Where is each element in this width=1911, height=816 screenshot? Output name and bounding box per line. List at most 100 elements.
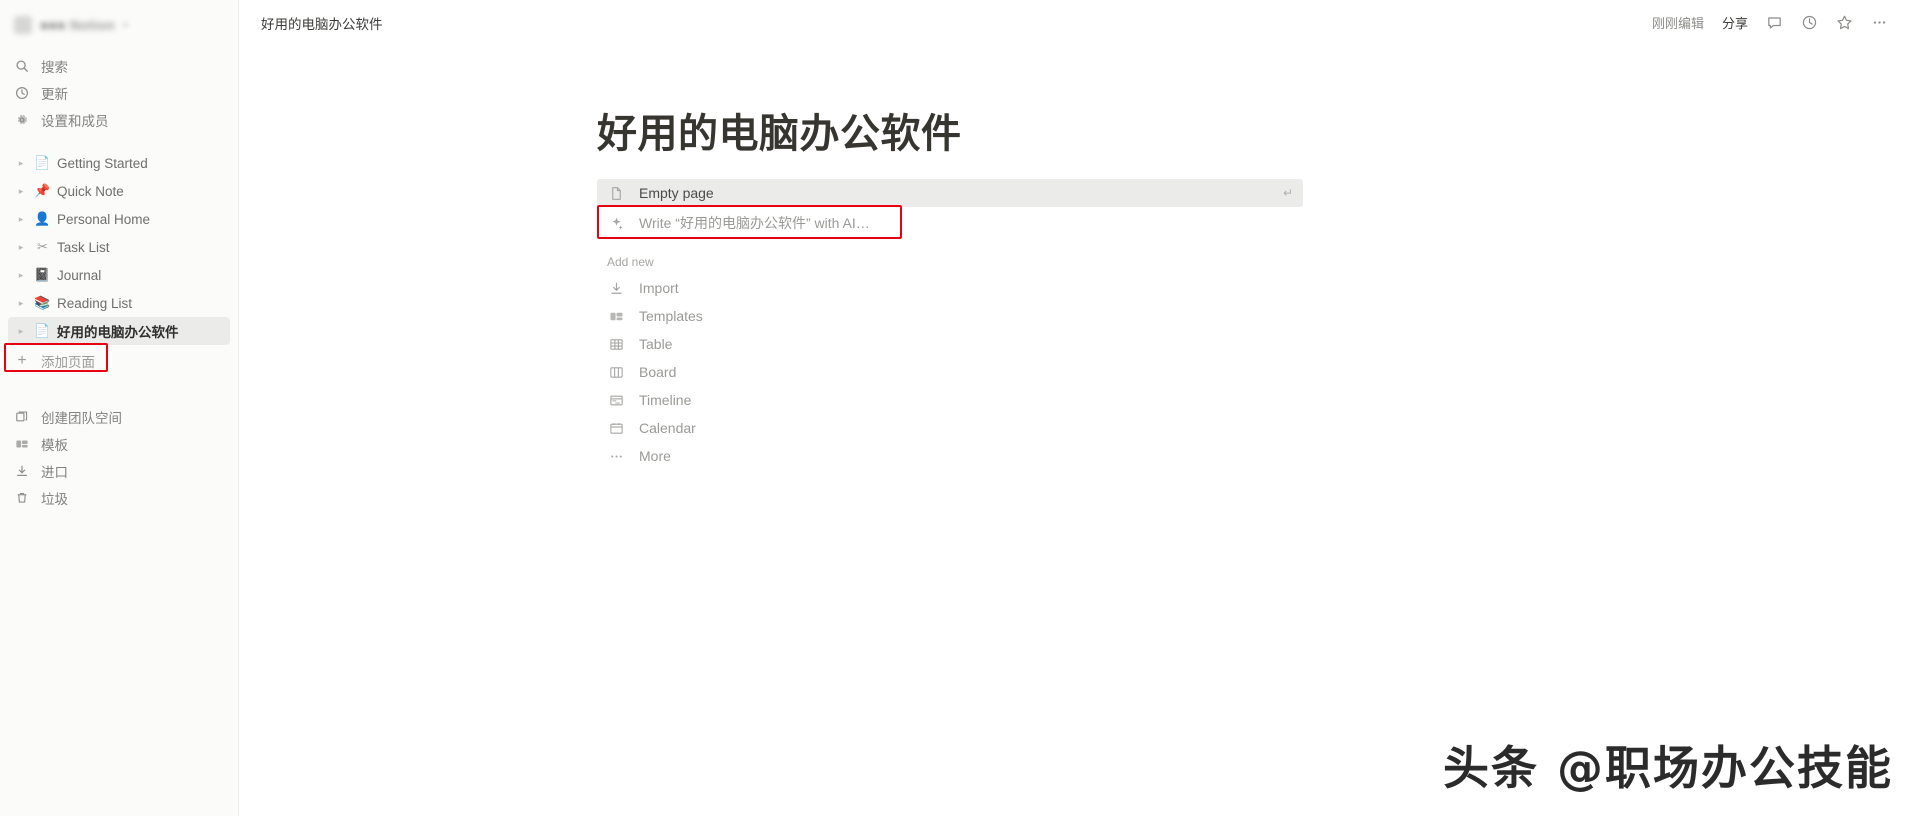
sidebar-item-label: 进口 [41, 464, 68, 480]
sidebar-page-task-list[interactable]: ▸ ✂ Task List [8, 233, 230, 261]
page-icon [607, 186, 625, 201]
sidebar-item-templates[interactable]: 模板 [8, 430, 230, 457]
timeline-icon [607, 393, 625, 408]
trash-icon [14, 490, 30, 506]
main-area: 好用的电脑办公软件 刚刚编辑 分享 好用的电脑办公软件 Empty page ↵… [239, 0, 1911, 816]
teamspace-icon [14, 409, 30, 425]
chevron-right-icon[interactable]: ▸ [14, 242, 28, 252]
page-title: 好用的电脑办公软件 [597, 112, 962, 156]
chevron-right-icon[interactable]: ▸ [14, 326, 28, 336]
menu-item-board[interactable]: Board [597, 358, 917, 386]
history-clock-icon[interactable] [1794, 9, 1825, 36]
chevron-right-icon[interactable]: ▸ [14, 298, 28, 308]
sidebar-page-quick-note[interactable]: ▸ 📌 Quick Note [8, 177, 230, 205]
add-page-label: 添加页面 [41, 355, 95, 370]
calendar-icon [607, 421, 625, 436]
sidebar-page-label: Reading List [57, 295, 133, 311]
sidebar-page-label: Personal Home [57, 211, 151, 227]
sidebar-nav-group: 搜索 更新 设置和成员 [0, 52, 238, 133]
sidebar-item-import[interactable]: 进口 [8, 457, 230, 484]
sidebar-page-journal[interactable]: ▸ 📓 Journal [8, 261, 230, 289]
share-button[interactable]: 分享 [1715, 8, 1755, 37]
sidebar-item-label: 搜索 [41, 59, 68, 75]
workspace-avatar [14, 16, 32, 34]
menu-item-calendar[interactable]: Calendar [597, 414, 917, 442]
sidebar-item-label: 垃圾 [41, 491, 68, 507]
sidebar-page-personal-home[interactable]: ▸ 👤 Personal Home [8, 205, 230, 233]
pin-icon: 📌 [34, 183, 51, 198]
sidebar-item-updates[interactable]: 更新 [8, 79, 230, 106]
ai-sparkle-icon [607, 216, 625, 231]
menu-item-empty-page[interactable]: Empty page ↵ [597, 179, 1303, 207]
page-content: 好用的电脑办公软件 Empty page ↵ Write “好用的电脑办公软件”… [239, 45, 1911, 470]
books-icon: 📚 [34, 295, 51, 310]
menu-item-label: Board [639, 364, 677, 380]
sidebar-item-create-teamspace[interactable]: 创建团队空间 [8, 403, 230, 430]
menu-item-timeline[interactable]: Timeline [597, 386, 917, 414]
search-icon [14, 58, 30, 74]
menu-item-label: Calendar [639, 420, 696, 436]
more-menu-icon[interactable] [1864, 9, 1895, 36]
sidebar-page-label: Journal [57, 267, 102, 283]
add-page-container: + 添加页面 [0, 343, 238, 375]
add-new-section-label: Add new [607, 255, 654, 269]
breadcrumb[interactable]: 好用的电脑办公软件 [255, 10, 389, 36]
sidebar-page-label: 好用的电脑办公软件 [57, 325, 179, 340]
board-icon [607, 365, 625, 380]
sidebar-page-label: Task List [57, 239, 110, 255]
sidebar-pages-group: ▸ 📄 Getting Started ▸ 📌 Quick Note ▸ 👤 P… [0, 149, 238, 345]
notion-app-window: ■■■ Notion ▾ 搜索 更新 设置和成员 ▸ 📄 Getting Sta… [0, 0, 1911, 816]
watermark: 头条 @职场办公技能 [1442, 740, 1893, 796]
person-icon: 👤 [34, 211, 51, 226]
menu-item-label: Import [639, 280, 679, 296]
sidebar-item-label: 创建团队空间 [41, 410, 122, 426]
sidebar-item-label: 设置和成员 [41, 113, 109, 129]
sidebar-item-label: 模板 [41, 437, 68, 453]
sidebar-item-search[interactable]: 搜索 [8, 52, 230, 79]
menu-item-table[interactable]: Table [597, 330, 917, 358]
sidebar-item-label: 更新 [41, 86, 68, 102]
import-icon [14, 463, 30, 479]
add-page-button[interactable]: + 添加页面 [8, 347, 230, 375]
chevron-right-icon[interactable]: ▸ [14, 214, 28, 224]
plus-icon: + [17, 352, 27, 369]
sidebar-page-getting-started[interactable]: ▸ 📄 Getting Started [8, 149, 230, 177]
sidebar-item-trash[interactable]: 垃圾 [8, 484, 230, 511]
templates-icon [607, 309, 625, 324]
sidebar-page-current[interactable]: ▸ 📄 好用的电脑办公软件 [8, 317, 230, 345]
import-download-icon [607, 281, 625, 296]
chevron-right-icon[interactable]: ▸ [14, 270, 28, 280]
sidebar-page-label: Quick Note [57, 183, 124, 199]
workspace-name: ■■■ Notion [40, 17, 115, 33]
comment-icon[interactable] [1759, 9, 1790, 36]
chevron-down-icon: ▾ [122, 19, 128, 30]
edited-status[interactable]: 刚刚编辑 [1645, 8, 1711, 37]
chevron-right-icon[interactable]: ▸ [14, 186, 28, 196]
workspace-switcher[interactable]: ■■■ Notion ▾ [8, 8, 230, 42]
notebook-icon: 📓 [34, 267, 51, 282]
sidebar-footer-group: 创建团队空间 模板 进口 垃圾 [0, 403, 238, 511]
sidebar-page-reading-list[interactable]: ▸ 📚 Reading List [8, 289, 230, 317]
more-dots-icon [607, 449, 625, 464]
clock-update-icon [14, 85, 30, 101]
chevron-right-icon[interactable]: ▸ [14, 158, 28, 168]
scissors-icon: ✂ [37, 239, 48, 254]
menu-item-import[interactable]: Import [597, 274, 917, 302]
menu-item-write-with-ai[interactable]: Write “好用的电脑办公软件” with AI… [597, 209, 1303, 237]
page-doc-icon: 📄 [34, 155, 51, 170]
sidebar-item-settings-members[interactable]: 设置和成员 [8, 106, 230, 133]
menu-item-templates[interactable]: Templates [597, 302, 917, 330]
table-icon [607, 337, 625, 352]
topbar: 好用的电脑办公软件 刚刚编辑 分享 [239, 0, 1911, 45]
sidebar-page-label: Getting Started [57, 155, 148, 171]
gear-icon [14, 112, 30, 128]
menu-item-more[interactable]: More [597, 442, 917, 470]
menu-item-label: Empty page [639, 185, 714, 201]
topbar-actions: 刚刚编辑 分享 [1645, 8, 1895, 37]
templates-icon [14, 436, 30, 452]
enter-key-icon: ↵ [1282, 186, 1293, 200]
menu-item-label: Table [639, 336, 673, 352]
new-page-menu: Empty page ↵ Write “好用的电脑办公软件” with AI… [597, 179, 1303, 470]
star-icon[interactable] [1829, 9, 1860, 36]
page-doc-icon: 📄 [34, 323, 51, 338]
